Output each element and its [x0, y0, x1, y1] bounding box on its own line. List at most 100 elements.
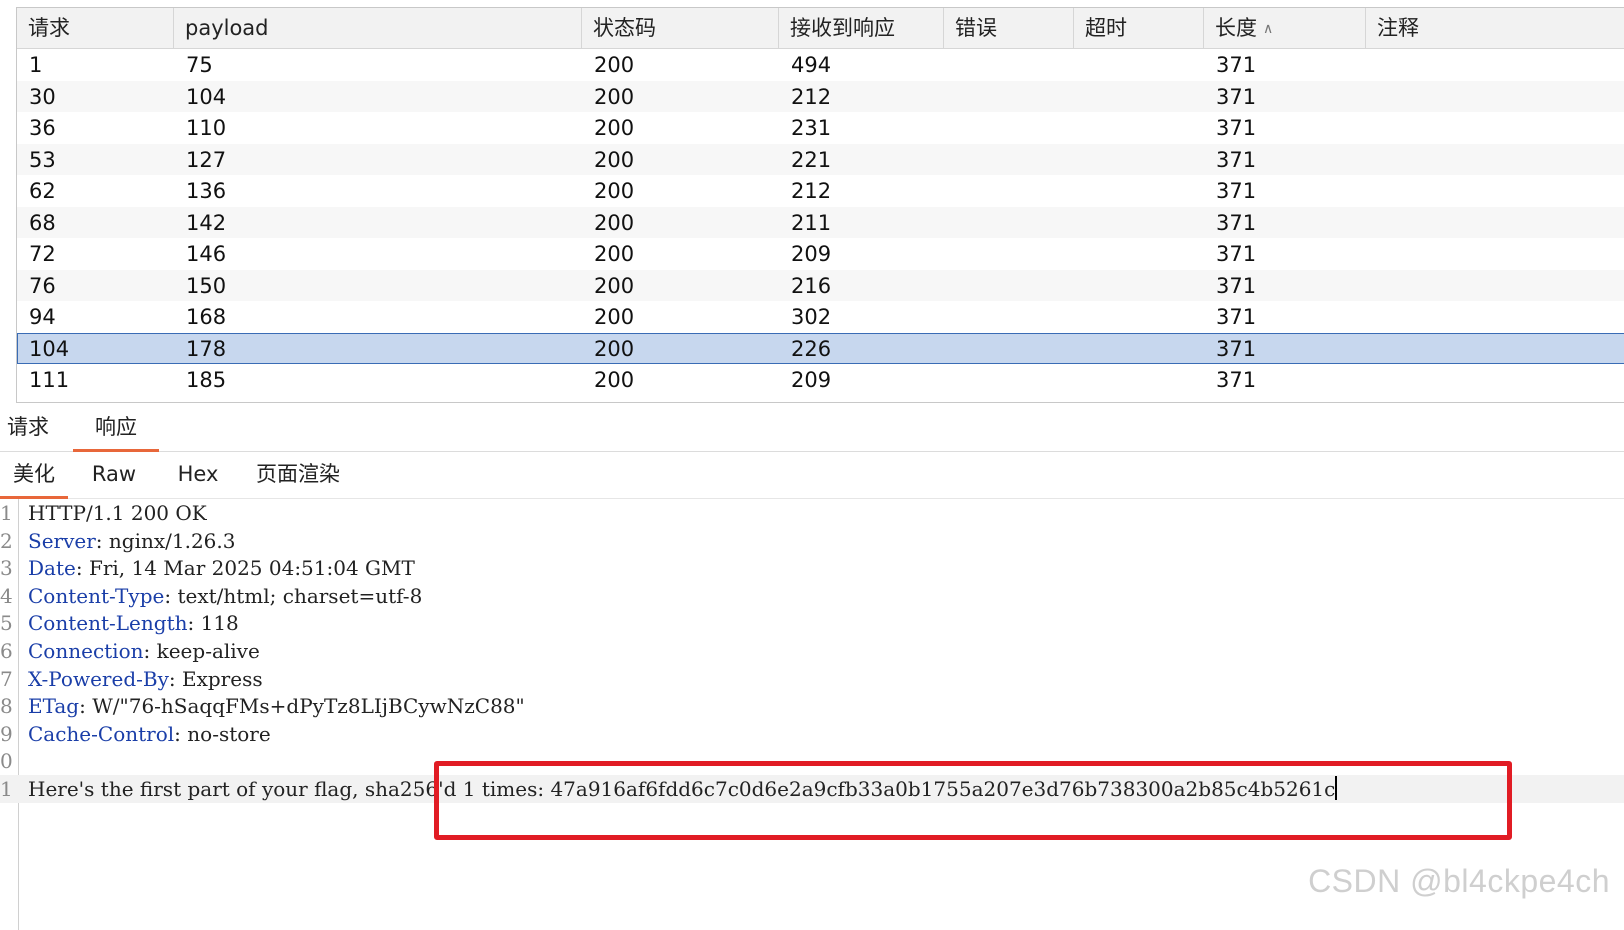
cell-comment: [1367, 365, 1624, 397]
cell-length: 371: [1216, 242, 1257, 266]
cell-error: [945, 145, 1075, 177]
header-value: : nginx/1.26.3: [95, 528, 236, 553]
cell-response-received: 212: [791, 84, 832, 109]
cell-response-received: 211: [791, 210, 832, 235]
table-body: 1 75 200 494 371 30 104 200 212 371 36 110 200 231 371…: [17, 49, 1624, 396]
cell-payload: 127: [186, 147, 227, 172]
cell-comment: [1367, 208, 1624, 240]
table-row[interactable]: 104 178 200 226 371: [17, 332, 1624, 366]
cell-payload: 150: [186, 273, 227, 298]
cell-response-received: 209: [791, 368, 832, 392]
response-line: 3 Date: Fri, 14 Mar 2025 04:51:04 GMT: [0, 554, 1624, 582]
cell-comment: [1367, 145, 1624, 177]
table-row[interactable]: 68 142 200 211 371: [17, 206, 1624, 240]
cell-status-code: 200: [594, 116, 635, 140]
cell-payload: 168: [186, 305, 227, 329]
table-row[interactable]: 94 168 200 302 371: [17, 301, 1624, 333]
line-content: Content-Type: text/html; charset=utf-8: [28, 582, 422, 610]
cell-status-code: 200: [594, 368, 635, 392]
column-header-comment[interactable]: 注释: [1366, 8, 1624, 48]
line-content: ETag: W/"76-hSaqqFMs+dPyTz8LIjBCywNzC88": [28, 692, 525, 720]
cell-request-id: 53: [29, 147, 56, 172]
line-text: HTTP/1.1 200 OK: [28, 501, 207, 525]
line-content: Cache-Control: no-store: [28, 720, 271, 748]
tab-hex[interactable]: Hex: [163, 456, 233, 496]
cell-length: 371: [1216, 368, 1257, 392]
cell-request-id: 94: [29, 305, 56, 329]
cell-response-received: 494: [791, 53, 832, 77]
cell-timeout: [1075, 334, 1205, 366]
tab-request[interactable]: 请求: [0, 409, 56, 449]
cell-comment: [1367, 50, 1624, 82]
response-line: 1 HTTP/1.1 200 OK: [0, 499, 1624, 527]
tab-response[interactable]: 响应: [73, 409, 159, 452]
cell-timeout: [1075, 365, 1205, 397]
response-view-tabs: 美化 Raw Hex 页面渲染: [0, 452, 1624, 499]
cell-payload: 146: [186, 242, 227, 266]
column-header-timeout[interactable]: 超时: [1074, 8, 1204, 48]
tab-pretty[interactable]: 美化: [0, 456, 68, 499]
cell-length: 371: [1216, 336, 1257, 361]
table-row[interactable]: 36 110 200 231 371: [17, 112, 1624, 144]
cell-status-code: 200: [594, 179, 635, 203]
cell-error: [945, 271, 1075, 303]
line-number: 6: [0, 639, 13, 663]
header-name: Content-Length: [28, 611, 188, 636]
cell-request-id: 72: [29, 242, 56, 266]
cell-timeout: [1075, 113, 1205, 145]
cell-comment: [1367, 176, 1624, 208]
response-line: 6 Connection: keep-alive: [0, 637, 1624, 665]
table-row[interactable]: 1 75 200 494 371: [17, 49, 1624, 81]
cell-request-id: 30: [29, 84, 56, 109]
cell-comment: [1367, 239, 1624, 271]
column-header-request-id[interactable]: 请求: [17, 8, 174, 48]
line-content: Server: nginx/1.26.3: [28, 527, 235, 555]
column-header-label: 状态码: [593, 16, 656, 40]
cell-length: 371: [1216, 305, 1257, 329]
table-row[interactable]: 76 150 200 216 371: [17, 269, 1624, 303]
line-content: HTTP/1.1 200 OK: [28, 499, 207, 527]
line-content: Connection: keep-alive: [28, 637, 260, 665]
table-row[interactable]: 53 127 200 221 371: [17, 143, 1624, 177]
cell-length: 371: [1216, 53, 1257, 77]
header-name: Content-Type: [28, 583, 165, 608]
cell-error: [945, 50, 1075, 82]
cell-status-code: 200: [594, 53, 635, 77]
cell-request-id: 62: [29, 179, 56, 203]
column-header-length[interactable]: 长度 ∧: [1204, 8, 1366, 48]
tab-render[interactable]: 页面渲染: [250, 456, 346, 496]
column-header-status-code[interactable]: 状态码: [582, 8, 779, 48]
cell-response-received: 216: [791, 273, 832, 298]
line-number: 4: [0, 583, 13, 608]
column-header-error[interactable]: 错误: [944, 8, 1074, 48]
line-number: 5: [0, 611, 13, 636]
table-row[interactable]: 111 185 200 209 371: [17, 364, 1624, 396]
header-value: : keep-alive: [143, 639, 260, 663]
table-row[interactable]: 30 104 200 212 371: [17, 80, 1624, 112]
line-number: 0: [0, 749, 13, 774]
header-value: : no-store: [174, 721, 271, 746]
response-line: 5 Content-Length: 118: [0, 609, 1624, 637]
table-row[interactable]: 72 146 200 209 371: [17, 238, 1624, 270]
table-row[interactable]: 62 136 200 212 371: [17, 175, 1624, 207]
cell-response-received: 209: [791, 242, 832, 266]
column-header-label: 请求: [28, 16, 70, 40]
table-header: 请求 payload 状态码 接收到响应 错误 超时 长度 ∧ 注释: [17, 8, 1624, 49]
header-value: : 118: [187, 611, 239, 636]
column-header-payload[interactable]: payload: [174, 8, 582, 48]
line-number: 3: [0, 556, 13, 581]
response-line: 8 ETag: W/"76-hSaqqFMs+dPyTz8LIjBCywNzC88…: [0, 692, 1624, 720]
cell-length: 371: [1216, 210, 1257, 235]
line-number: 1: [0, 777, 13, 801]
cell-comment: [1367, 113, 1624, 145]
column-header-response-received[interactable]: 接收到响应: [779, 8, 944, 48]
cell-error: [945, 239, 1075, 271]
cell-request-id: 68: [29, 210, 56, 235]
header-name: X-Powered-By: [28, 666, 169, 691]
cell-timeout: [1075, 302, 1205, 334]
column-header-label: 注释: [1377, 16, 1419, 40]
column-header-label: 错误: [955, 16, 997, 40]
cell-request-id: 104: [29, 336, 70, 361]
tab-raw[interactable]: Raw: [78, 456, 150, 496]
column-header-label: 接收到响应: [790, 16, 895, 40]
